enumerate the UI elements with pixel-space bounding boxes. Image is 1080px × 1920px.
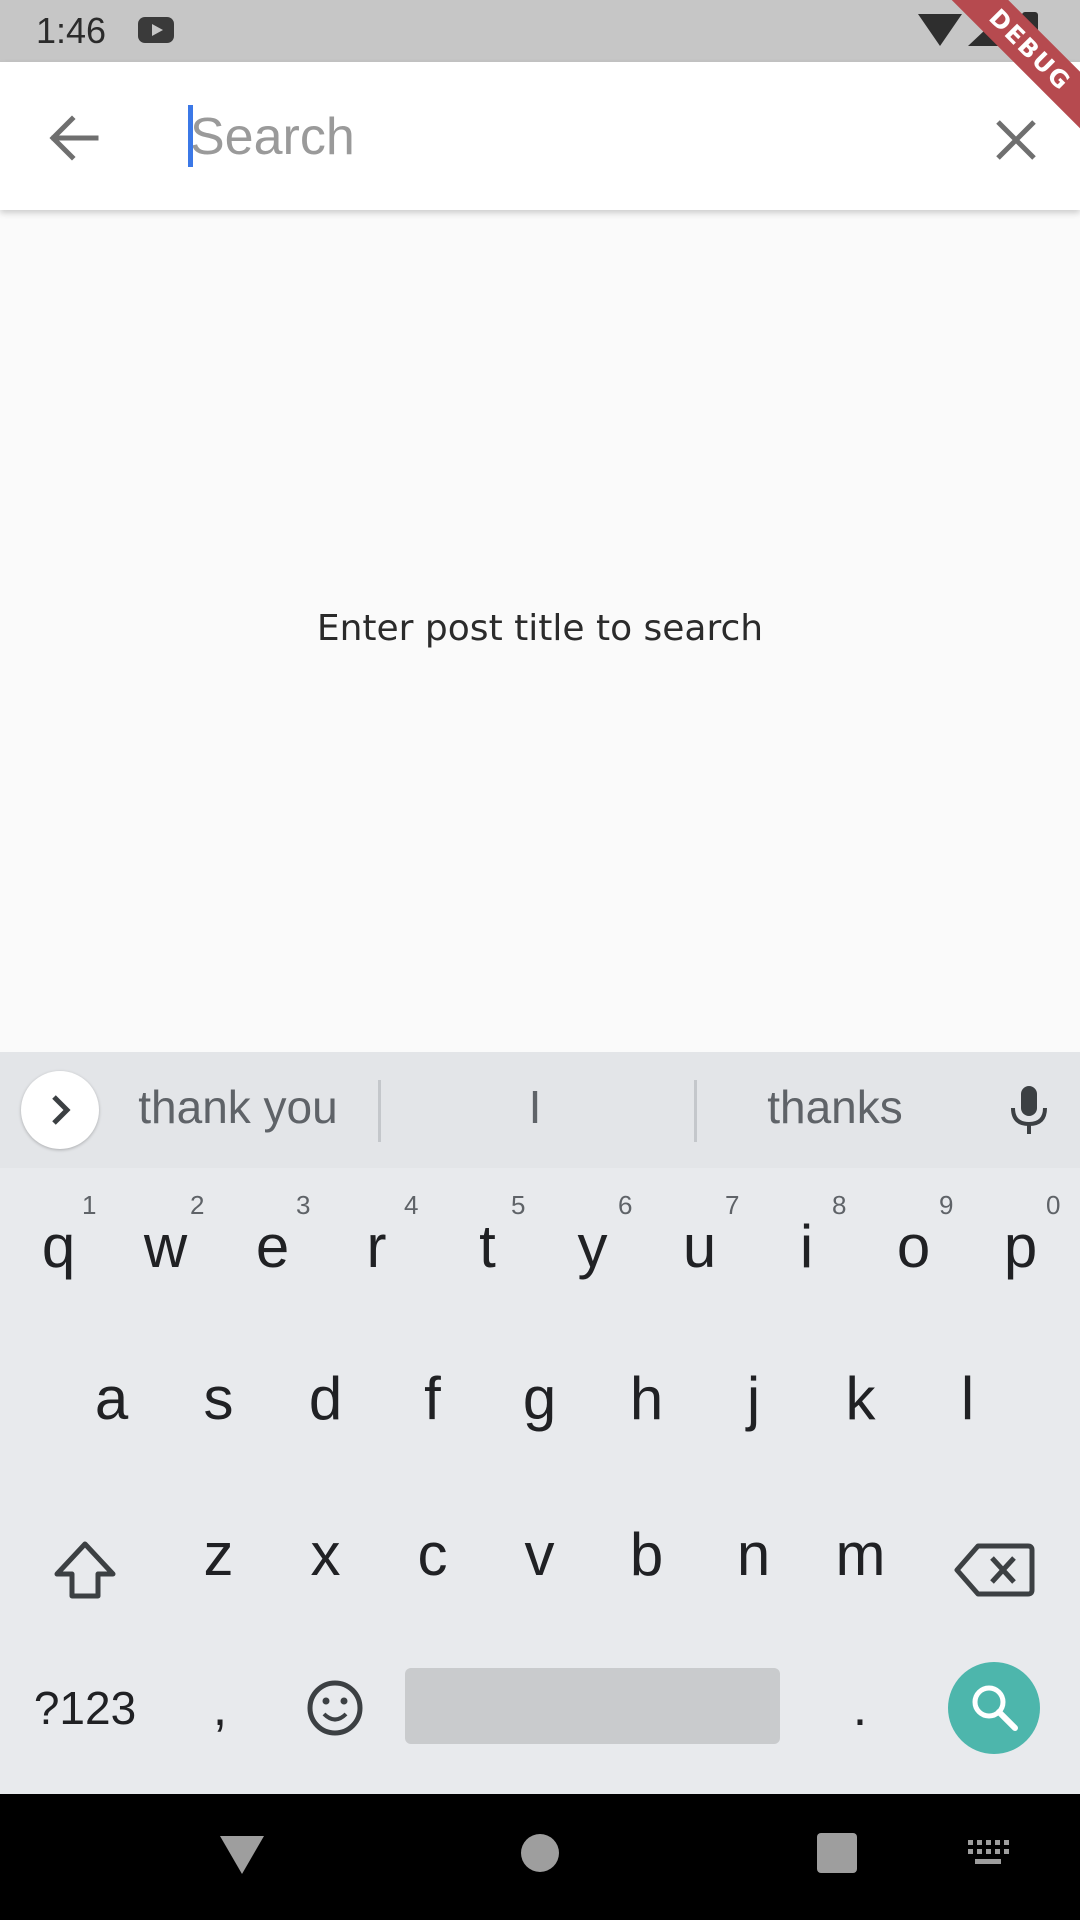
backspace-icon: [954, 1543, 1035, 1597]
key-d[interactable]: d: [272, 1334, 379, 1464]
key-hint-4: 4: [404, 1190, 419, 1220]
keyboard-icon[interactable]: [966, 1838, 1010, 1868]
shift-icon: [54, 1541, 116, 1599]
empty-state-message: Enter post title to search: [316, 608, 764, 649]
backspace-key[interactable]: [940, 1520, 1050, 1620]
expand-suggestions-button[interactable]: [21, 1071, 99, 1149]
youtube-notification-icon: [138, 17, 174, 43]
text-cursor: [188, 105, 193, 167]
key-hint-9: 9: [939, 1190, 954, 1220]
key-h[interactable]: h: [593, 1334, 700, 1464]
chevron-right-icon: [52, 1095, 71, 1125]
key-b[interactable]: b: [593, 1490, 700, 1620]
key-hint-0: 0: [1046, 1190, 1061, 1220]
key-v[interactable]: v: [486, 1490, 593, 1620]
key-s[interactable]: s: [165, 1334, 272, 1464]
suggestion-divider: [694, 1080, 697, 1142]
key-m[interactable]: m: [807, 1490, 914, 1620]
search-input[interactable]: [186, 92, 970, 182]
key-hint-6: 6: [618, 1190, 633, 1220]
nav-recents-icon[interactable]: [816, 1832, 858, 1874]
system-nav-bar: [0, 1794, 1080, 1920]
key-j[interactable]: j: [700, 1334, 807, 1464]
key-hint-1: 1: [82, 1190, 97, 1220]
key-z[interactable]: z: [165, 1490, 272, 1620]
wifi-icon: [918, 14, 962, 46]
period-key[interactable]: .: [820, 1662, 900, 1754]
back-arrow-icon: [49, 115, 99, 161]
key-c[interactable]: c: [379, 1490, 486, 1620]
soft-keyboard: thank you I thanks q w e r t y u i o p 1…: [0, 1052, 1080, 1794]
search-app-bar: [0, 62, 1080, 210]
suggestion-divider: [378, 1080, 381, 1142]
suggestion-1[interactable]: thank you: [118, 1080, 358, 1134]
nav-back-icon[interactable]: [214, 1830, 270, 1878]
emoji-icon: [307, 1680, 363, 1736]
mic-icon[interactable]: [1004, 1082, 1054, 1138]
suggestion-2[interactable]: I: [500, 1080, 570, 1134]
key-l[interactable]: l: [914, 1334, 1021, 1464]
close-icon: [996, 120, 1036, 160]
key-hint-5: 5: [511, 1190, 526, 1220]
space-key[interactable]: [405, 1668, 780, 1744]
comma-key[interactable]: ,: [180, 1662, 260, 1754]
shift-key[interactable]: [30, 1520, 140, 1620]
key-k[interactable]: k: [807, 1334, 914, 1464]
key-hint-7: 7: [725, 1190, 740, 1220]
symbols-key[interactable]: ?123: [20, 1662, 150, 1754]
clear-button[interactable]: [986, 110, 1046, 170]
suggestion-3[interactable]: thanks: [740, 1080, 930, 1134]
search-icon: [972, 1685, 1018, 1731]
key-g[interactable]: g: [486, 1334, 593, 1464]
key-x[interactable]: x: [272, 1490, 379, 1620]
nav-home-icon[interactable]: [520, 1833, 560, 1873]
back-button[interactable]: [40, 104, 108, 172]
key-f[interactable]: f: [379, 1334, 486, 1464]
key-n[interactable]: n: [700, 1490, 807, 1620]
search-key[interactable]: [948, 1662, 1040, 1754]
status-time: 1:46: [36, 10, 107, 51]
key-hint-2: 2: [190, 1190, 205, 1220]
key-hint-3: 3: [296, 1190, 311, 1220]
status-bar: 1:46: [0, 0, 1080, 62]
key-hint-8: 8: [832, 1190, 847, 1220]
emoji-key[interactable]: [285, 1662, 385, 1754]
suggestion-strip: thank you I thanks: [0, 1052, 1080, 1168]
key-a[interactable]: a: [58, 1334, 165, 1464]
